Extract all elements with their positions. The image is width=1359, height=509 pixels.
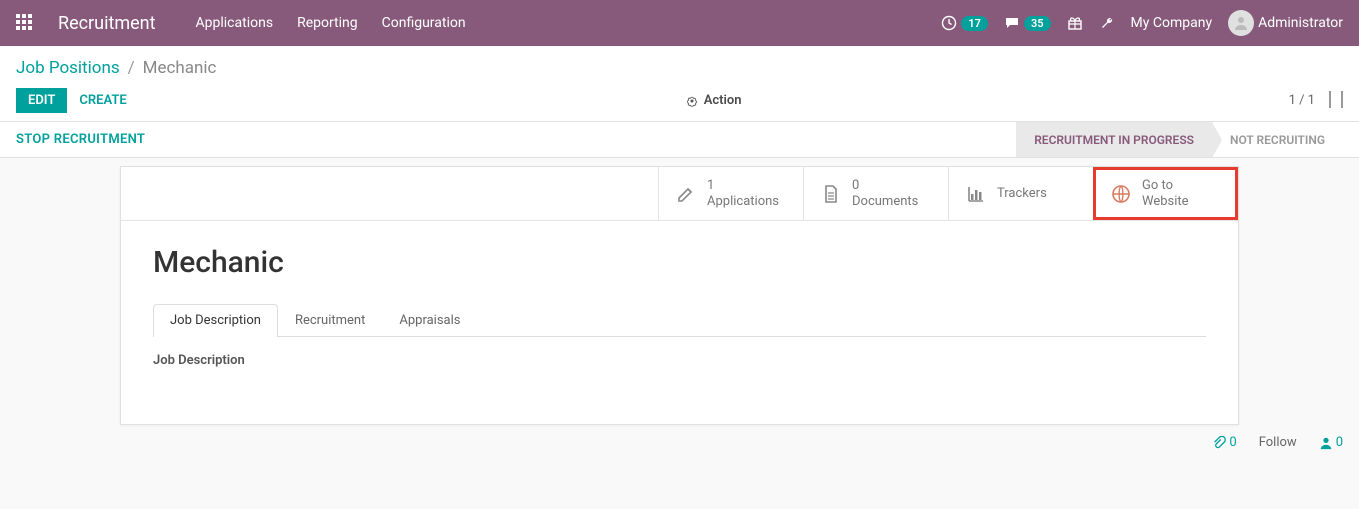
stat-trackers-label: Trackers — [997, 186, 1047, 202]
edit-button[interactable]: EDIT — [16, 88, 67, 113]
stat-buttons: 1 Applications 0 Documents Trackers — [121, 167, 1238, 221]
stat-website[interactable]: Go to Website — [1093, 167, 1238, 220]
pager-prev[interactable] — [1329, 93, 1331, 108]
status-in-progress[interactable]: RECRUITMENT IN PROGRESS — [1016, 122, 1212, 157]
tab-content: Job Description — [153, 337, 1206, 384]
nav-right: 17 35 My Company Administrator — [941, 10, 1343, 36]
gear-icon — [686, 95, 698, 107]
stat-trackers[interactable]: Trackers — [948, 167, 1093, 220]
bar-chart-icon — [965, 183, 987, 205]
gift-button[interactable] — [1067, 15, 1083, 31]
clock-icon — [941, 15, 957, 31]
pager-next[interactable] — [1341, 93, 1343, 108]
breadcrumb-parent[interactable]: Job Positions — [16, 58, 120, 78]
navbar: Recruitment Applications Reporting Confi… — [0, 0, 1359, 46]
pencil-icon — [675, 183, 697, 205]
tabs: Job Description Recruitment Appraisals — [153, 304, 1206, 337]
stat-documents[interactable]: 0 Documents — [803, 167, 948, 220]
gift-icon — [1067, 15, 1083, 31]
company-switcher[interactable]: My Company — [1131, 15, 1213, 31]
create-button[interactable]: CREATE — [67, 88, 138, 113]
tab-appraisals[interactable]: Appraisals — [382, 304, 477, 336]
stat-applications-label: Applications — [707, 194, 779, 210]
stop-recruitment-button[interactable]: STOP RECRUITMENT — [16, 132, 145, 147]
paperclip-icon — [1212, 436, 1226, 450]
attachments-button[interactable]: 0 — [1212, 435, 1236, 450]
follow-button[interactable]: Follow — [1259, 435, 1297, 450]
breadcrumb: Job Positions / Mechanic — [16, 58, 1343, 78]
activities-button[interactable]: 17 — [941, 15, 988, 31]
debug-button[interactable] — [1099, 15, 1115, 31]
job-description-label: Job Description — [153, 353, 1206, 368]
status-list: RECRUITMENT IN PROGRESS NOT RECRUITING — [1016, 122, 1343, 157]
nav-menu: Applications Reporting Configuration — [196, 15, 466, 31]
statusbar: STOP RECRUITMENT RECRUITMENT IN PROGRESS… — [0, 122, 1359, 158]
user-name: Administrator — [1258, 15, 1343, 31]
tab-job-description[interactable]: Job Description — [153, 304, 278, 337]
sheet-body: Mechanic Job Description Recruitment App… — [121, 221, 1238, 424]
app-brand[interactable]: Recruitment — [58, 13, 156, 34]
stat-applications-count: 1 — [707, 178, 779, 194]
stat-applications[interactable]: 1 Applications — [658, 167, 803, 220]
file-icon — [820, 183, 842, 205]
nav-configuration[interactable]: Configuration — [382, 15, 466, 31]
globe-icon — [1110, 183, 1132, 205]
action-dropdown[interactable]: Action — [139, 93, 1289, 108]
activities-badge: 17 — [961, 16, 988, 31]
wrench-icon — [1099, 15, 1115, 31]
form-area: 1 Applications 0 Documents Trackers — [0, 166, 1359, 425]
person-icon — [1319, 436, 1333, 450]
discuss-button[interactable]: 35 — [1004, 15, 1051, 31]
nav-reporting[interactable]: Reporting — [297, 15, 358, 31]
tab-recruitment[interactable]: Recruitment — [278, 304, 382, 336]
stat-documents-count: 0 — [852, 178, 918, 194]
apps-icon[interactable] — [16, 14, 34, 32]
speech-icon — [1004, 15, 1020, 31]
control-panel: Job Positions / Mechanic EDIT CREATE Act… — [0, 46, 1359, 122]
user-menu[interactable]: Administrator — [1228, 10, 1343, 36]
nav-applications[interactable]: Applications — [196, 15, 274, 31]
breadcrumb-sep: / — [128, 58, 135, 78]
discuss-badge: 35 — [1024, 16, 1051, 31]
breadcrumb-current: Mechanic — [143, 58, 217, 78]
form-sheet: 1 Applications 0 Documents Trackers — [120, 166, 1239, 425]
chatter-bar: 0 Follow 0 — [0, 425, 1359, 460]
pager-text: 1 / 1 — [1289, 93, 1315, 108]
status-not-recruiting[interactable]: NOT RECRUITING — [1212, 122, 1343, 157]
attachments-count: 0 — [1229, 435, 1236, 450]
action-label: Action — [704, 93, 742, 108]
stat-documents-label: Documents — [852, 194, 918, 210]
followers-count: 0 — [1336, 435, 1343, 450]
followers-button[interactable]: 0 — [1319, 435, 1343, 450]
stat-website-line1: Go to — [1142, 178, 1189, 194]
record-title: Mechanic — [153, 245, 1206, 280]
avatar-icon — [1228, 10, 1254, 36]
stat-website-line2: Website — [1142, 194, 1189, 210]
